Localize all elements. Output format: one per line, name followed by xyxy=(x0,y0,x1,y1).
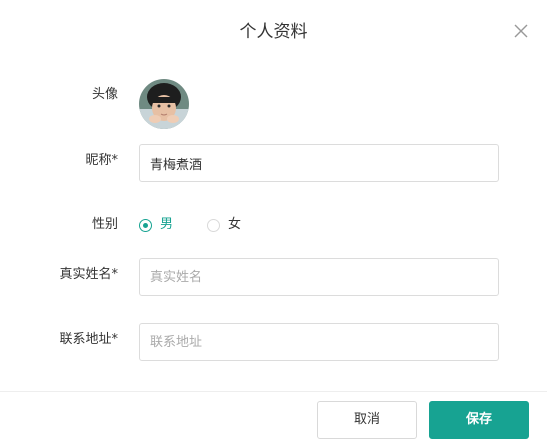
avatar[interactable] xyxy=(139,79,189,129)
gender-option-label: 女 xyxy=(228,217,242,232)
footer-divider xyxy=(0,391,547,392)
nickname-label: 昵称* xyxy=(85,153,118,168)
real-name-input[interactable] xyxy=(139,258,499,296)
dialog-title: 个人资料 xyxy=(239,22,308,42)
close-icon[interactable] xyxy=(512,22,530,40)
gender-option-male[interactable]: 男 xyxy=(139,214,173,236)
profile-dialog: 个人资料 头像 昵称* 性别 男 女 真实姓名* 联系地址* xyxy=(0,0,547,446)
gender-label: 性别 xyxy=(91,217,118,232)
save-button[interactable]: 保存 xyxy=(429,401,529,439)
avatar-label: 头像 xyxy=(91,87,118,102)
gender-option-label: 男 xyxy=(160,217,174,232)
nickname-input[interactable] xyxy=(139,144,499,182)
cancel-button[interactable]: 取消 xyxy=(317,401,417,439)
gender-option-female[interactable]: 女 xyxy=(207,214,241,236)
address-label: 联系地址* xyxy=(59,332,118,347)
address-input[interactable] xyxy=(139,323,499,361)
radio-checked-icon[interactable] xyxy=(139,218,152,232)
radio-unchecked-icon[interactable] xyxy=(207,218,220,232)
real-name-label: 真实姓名* xyxy=(59,267,118,282)
